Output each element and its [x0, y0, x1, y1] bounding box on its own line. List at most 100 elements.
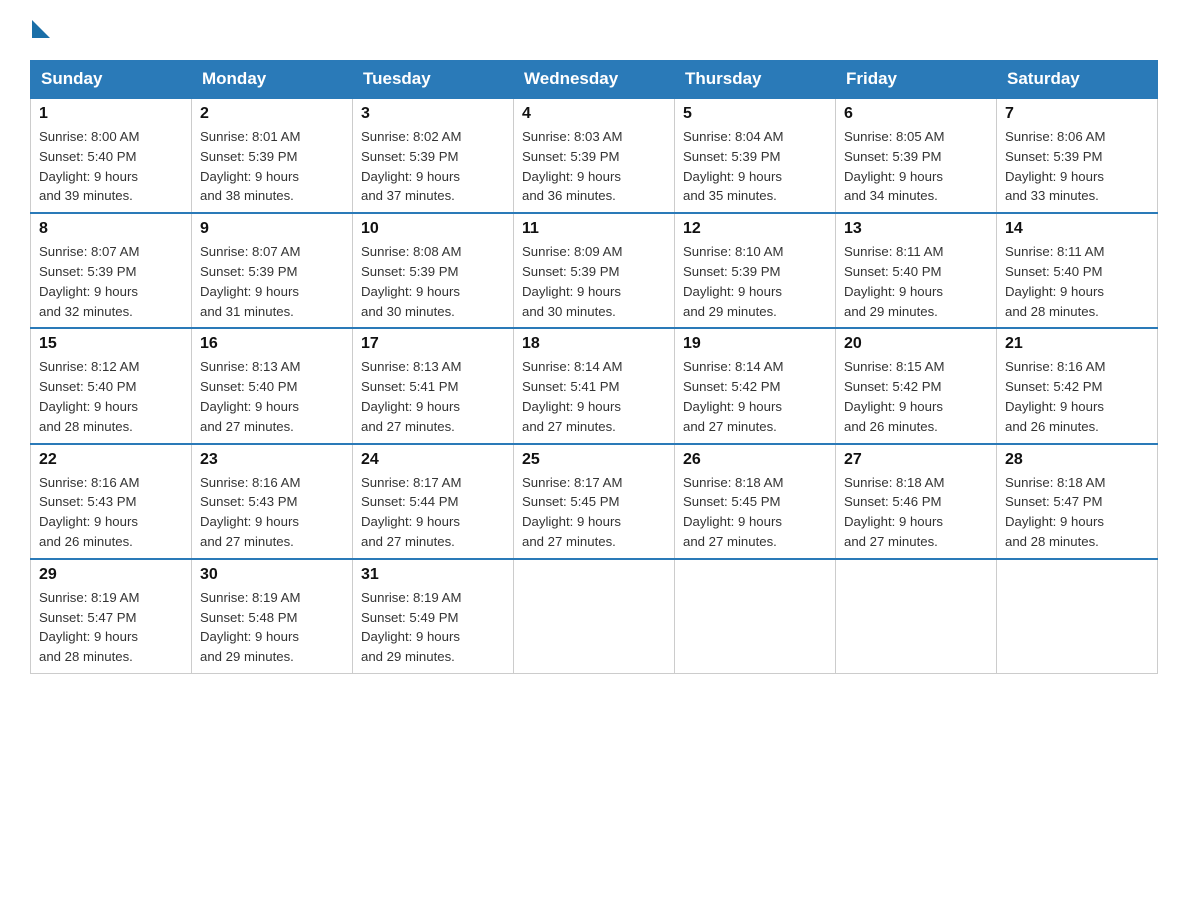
day-number: 28 — [1005, 451, 1149, 469]
calendar-cell: 11 Sunrise: 8:09 AM Sunset: 5:39 PM Dayl… — [514, 213, 675, 328]
day-info: Sunrise: 8:07 AM Sunset: 5:39 PM Dayligh… — [200, 242, 344, 321]
day-number: 27 — [844, 451, 988, 469]
day-info: Sunrise: 8:13 AM Sunset: 5:41 PM Dayligh… — [361, 357, 505, 436]
calendar-week-4: 22 Sunrise: 8:16 AM Sunset: 5:43 PM Dayl… — [31, 444, 1158, 559]
day-info: Sunrise: 8:13 AM Sunset: 5:40 PM Dayligh… — [200, 357, 344, 436]
weekday-header-row: SundayMondayTuesdayWednesdayThursdayFrid… — [31, 61, 1158, 99]
calendar-cell: 15 Sunrise: 8:12 AM Sunset: 5:40 PM Dayl… — [31, 328, 192, 443]
calendar-cell: 28 Sunrise: 8:18 AM Sunset: 5:47 PM Dayl… — [997, 444, 1158, 559]
day-number: 15 — [39, 335, 183, 353]
day-number: 5 — [683, 105, 827, 123]
day-number: 6 — [844, 105, 988, 123]
day-number: 4 — [522, 105, 666, 123]
day-info: Sunrise: 8:15 AM Sunset: 5:42 PM Dayligh… — [844, 357, 988, 436]
day-info: Sunrise: 8:19 AM Sunset: 5:47 PM Dayligh… — [39, 588, 183, 667]
calendar-week-5: 29 Sunrise: 8:19 AM Sunset: 5:47 PM Dayl… — [31, 559, 1158, 674]
calendar-week-3: 15 Sunrise: 8:12 AM Sunset: 5:40 PM Dayl… — [31, 328, 1158, 443]
calendar-cell: 13 Sunrise: 8:11 AM Sunset: 5:40 PM Dayl… — [836, 213, 997, 328]
calendar-body: 1 Sunrise: 8:00 AM Sunset: 5:40 PM Dayli… — [31, 98, 1158, 673]
day-number: 14 — [1005, 220, 1149, 238]
weekday-friday: Friday — [836, 61, 997, 99]
calendar-cell: 14 Sunrise: 8:11 AM Sunset: 5:40 PM Dayl… — [997, 213, 1158, 328]
calendar-cell: 27 Sunrise: 8:18 AM Sunset: 5:46 PM Dayl… — [836, 444, 997, 559]
calendar-cell: 18 Sunrise: 8:14 AM Sunset: 5:41 PM Dayl… — [514, 328, 675, 443]
calendar-cell: 2 Sunrise: 8:01 AM Sunset: 5:39 PM Dayli… — [192, 98, 353, 213]
day-info: Sunrise: 8:19 AM Sunset: 5:48 PM Dayligh… — [200, 588, 344, 667]
day-info: Sunrise: 8:10 AM Sunset: 5:39 PM Dayligh… — [683, 242, 827, 321]
day-info: Sunrise: 8:01 AM Sunset: 5:39 PM Dayligh… — [200, 127, 344, 206]
day-number: 29 — [39, 566, 183, 584]
day-info: Sunrise: 8:16 AM Sunset: 5:43 PM Dayligh… — [200, 473, 344, 552]
calendar-table: SundayMondayTuesdayWednesdayThursdayFrid… — [30, 60, 1158, 674]
day-number: 2 — [200, 105, 344, 123]
day-info: Sunrise: 8:12 AM Sunset: 5:40 PM Dayligh… — [39, 357, 183, 436]
calendar-cell — [514, 559, 675, 674]
calendar-header: SundayMondayTuesdayWednesdayThursdayFrid… — [31, 61, 1158, 99]
day-info: Sunrise: 8:00 AM Sunset: 5:40 PM Dayligh… — [39, 127, 183, 206]
calendar-cell: 19 Sunrise: 8:14 AM Sunset: 5:42 PM Dayl… — [675, 328, 836, 443]
day-info: Sunrise: 8:05 AM Sunset: 5:39 PM Dayligh… — [844, 127, 988, 206]
calendar-cell: 6 Sunrise: 8:05 AM Sunset: 5:39 PM Dayli… — [836, 98, 997, 213]
day-info: Sunrise: 8:04 AM Sunset: 5:39 PM Dayligh… — [683, 127, 827, 206]
day-number: 19 — [683, 335, 827, 353]
day-number: 8 — [39, 220, 183, 238]
day-info: Sunrise: 8:18 AM Sunset: 5:45 PM Dayligh… — [683, 473, 827, 552]
day-info: Sunrise: 8:18 AM Sunset: 5:46 PM Dayligh… — [844, 473, 988, 552]
calendar-cell: 20 Sunrise: 8:15 AM Sunset: 5:42 PM Dayl… — [836, 328, 997, 443]
day-number: 26 — [683, 451, 827, 469]
calendar-cell: 4 Sunrise: 8:03 AM Sunset: 5:39 PM Dayli… — [514, 98, 675, 213]
calendar-cell: 12 Sunrise: 8:10 AM Sunset: 5:39 PM Dayl… — [675, 213, 836, 328]
day-info: Sunrise: 8:06 AM Sunset: 5:39 PM Dayligh… — [1005, 127, 1149, 206]
day-info: Sunrise: 8:02 AM Sunset: 5:39 PM Dayligh… — [361, 127, 505, 206]
day-number: 9 — [200, 220, 344, 238]
calendar-cell: 30 Sunrise: 8:19 AM Sunset: 5:48 PM Dayl… — [192, 559, 353, 674]
weekday-monday: Monday — [192, 61, 353, 99]
calendar-week-2: 8 Sunrise: 8:07 AM Sunset: 5:39 PM Dayli… — [31, 213, 1158, 328]
day-info: Sunrise: 8:19 AM Sunset: 5:49 PM Dayligh… — [361, 588, 505, 667]
day-number: 18 — [522, 335, 666, 353]
day-number: 1 — [39, 105, 183, 123]
day-info: Sunrise: 8:09 AM Sunset: 5:39 PM Dayligh… — [522, 242, 666, 321]
day-number: 20 — [844, 335, 988, 353]
calendar-cell: 29 Sunrise: 8:19 AM Sunset: 5:47 PM Dayl… — [31, 559, 192, 674]
day-number: 23 — [200, 451, 344, 469]
logo-triangle-icon — [32, 20, 50, 38]
calendar-cell: 9 Sunrise: 8:07 AM Sunset: 5:39 PM Dayli… — [192, 213, 353, 328]
calendar-cell: 23 Sunrise: 8:16 AM Sunset: 5:43 PM Dayl… — [192, 444, 353, 559]
calendar-cell: 17 Sunrise: 8:13 AM Sunset: 5:41 PM Dayl… — [353, 328, 514, 443]
calendar-cell: 1 Sunrise: 8:00 AM Sunset: 5:40 PM Dayli… — [31, 98, 192, 213]
day-number: 12 — [683, 220, 827, 238]
day-number: 21 — [1005, 335, 1149, 353]
day-number: 24 — [361, 451, 505, 469]
calendar-cell — [997, 559, 1158, 674]
calendar-cell: 26 Sunrise: 8:18 AM Sunset: 5:45 PM Dayl… — [675, 444, 836, 559]
day-info: Sunrise: 8:03 AM Sunset: 5:39 PM Dayligh… — [522, 127, 666, 206]
day-info: Sunrise: 8:11 AM Sunset: 5:40 PM Dayligh… — [844, 242, 988, 321]
calendar-cell: 31 Sunrise: 8:19 AM Sunset: 5:49 PM Dayl… — [353, 559, 514, 674]
calendar-cell: 5 Sunrise: 8:04 AM Sunset: 5:39 PM Dayli… — [675, 98, 836, 213]
day-number: 7 — [1005, 105, 1149, 123]
day-number: 16 — [200, 335, 344, 353]
calendar-cell: 16 Sunrise: 8:13 AM Sunset: 5:40 PM Dayl… — [192, 328, 353, 443]
day-info: Sunrise: 8:07 AM Sunset: 5:39 PM Dayligh… — [39, 242, 183, 321]
day-info: Sunrise: 8:17 AM Sunset: 5:45 PM Dayligh… — [522, 473, 666, 552]
calendar-cell: 25 Sunrise: 8:17 AM Sunset: 5:45 PM Dayl… — [514, 444, 675, 559]
day-number: 22 — [39, 451, 183, 469]
calendar-cell: 3 Sunrise: 8:02 AM Sunset: 5:39 PM Dayli… — [353, 98, 514, 213]
day-number: 17 — [361, 335, 505, 353]
weekday-tuesday: Tuesday — [353, 61, 514, 99]
weekday-wednesday: Wednesday — [514, 61, 675, 99]
day-number: 11 — [522, 220, 666, 238]
day-number: 13 — [844, 220, 988, 238]
day-info: Sunrise: 8:16 AM Sunset: 5:42 PM Dayligh… — [1005, 357, 1149, 436]
day-info: Sunrise: 8:11 AM Sunset: 5:40 PM Dayligh… — [1005, 242, 1149, 321]
calendar-week-1: 1 Sunrise: 8:00 AM Sunset: 5:40 PM Dayli… — [31, 98, 1158, 213]
day-info: Sunrise: 8:17 AM Sunset: 5:44 PM Dayligh… — [361, 473, 505, 552]
weekday-thursday: Thursday — [675, 61, 836, 99]
day-info: Sunrise: 8:18 AM Sunset: 5:47 PM Dayligh… — [1005, 473, 1149, 552]
weekday-saturday: Saturday — [997, 61, 1158, 99]
day-number: 10 — [361, 220, 505, 238]
weekday-sunday: Sunday — [31, 61, 192, 99]
calendar-cell: 10 Sunrise: 8:08 AM Sunset: 5:39 PM Dayl… — [353, 213, 514, 328]
calendar-cell: 8 Sunrise: 8:07 AM Sunset: 5:39 PM Dayli… — [31, 213, 192, 328]
